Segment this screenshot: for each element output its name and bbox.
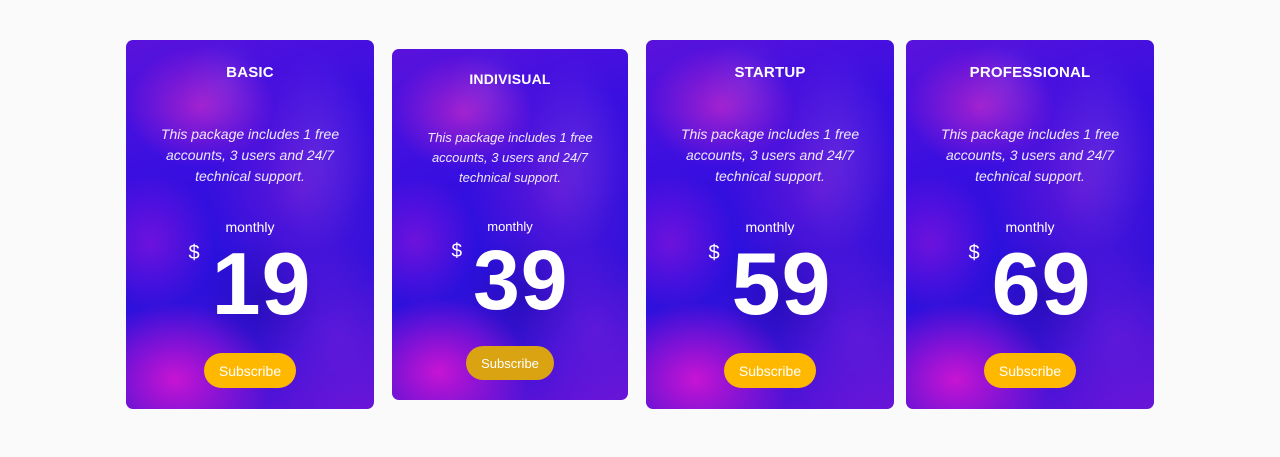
plan-name: PROFESSIONAL [969,64,1091,81]
plan-description: This package includes 1 free accounts, 3… [160,126,340,184]
pricing-card-indivisual: INDIVISUAL This package includes 1 free … [392,49,628,400]
subscribe-button-professional[interactable]: Subscribe [984,353,1076,388]
subscribe-button-indivisual[interactable]: Subscribe [466,346,554,380]
price: $ 59 [646,236,894,332]
subscribe-button-basic[interactable]: Subscribe [204,353,296,388]
plan-description: This package includes 1 free accounts, 3… [940,126,1120,184]
pricing-card-professional: PROFESSIONAL This package includes 1 fre… [906,40,1154,409]
currency-symbol: $ [968,242,980,264]
plan-description: This package includes 1 free accounts, 3… [680,126,860,184]
currency-symbol: $ [708,242,720,264]
price: $ 19 [126,236,374,332]
billing-period: monthly [745,219,795,235]
price-amount: 59 [731,234,832,333]
currency-symbol: $ [451,241,463,262]
pricing-section: BASIC This package includes 1 free accou… [0,0,1280,457]
pricing-card-basic: BASIC This package includes 1 free accou… [126,40,374,409]
subscribe-button-startup[interactable]: Subscribe [724,353,816,388]
billing-period: monthly [487,219,533,234]
pricing-card-startup: STARTUP This package includes 1 free acc… [646,40,894,409]
plan-name: BASIC [226,64,274,81]
currency-symbol: $ [188,242,200,264]
price-amount: 39 [473,233,569,327]
price-amount: 69 [991,234,1092,333]
price: $ 39 [392,235,628,325]
billing-period: monthly [1005,219,1055,235]
billing-period: monthly [225,219,275,235]
plan-name: STARTUP [734,64,806,81]
price: $ 69 [906,236,1154,332]
plan-name: INDIVISUAL [469,71,551,87]
plan-description: This package includes 1 free accounts, 3… [427,130,593,185]
price-amount: 19 [211,234,312,333]
